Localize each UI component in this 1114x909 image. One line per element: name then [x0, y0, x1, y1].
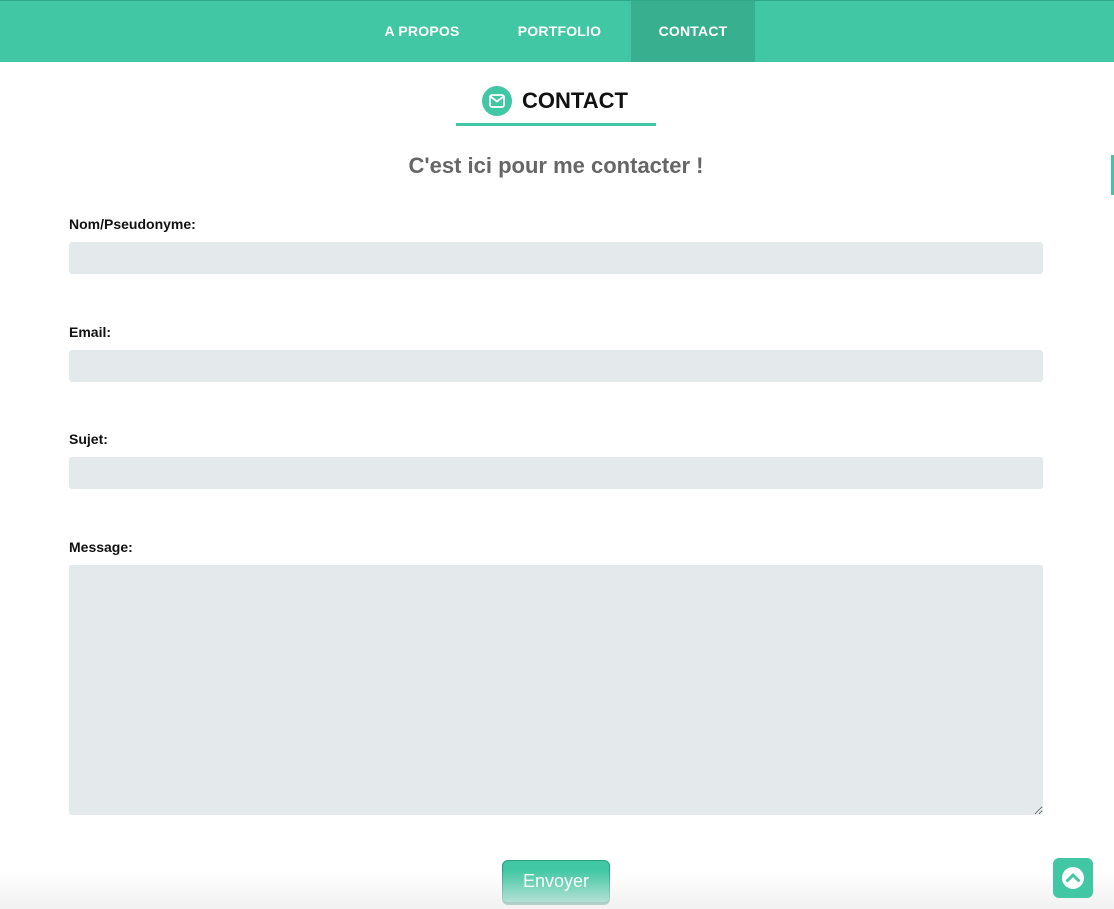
email-label: Email: [69, 324, 112, 340]
name-label: Nom/Pseudonyme: [69, 216, 196, 232]
scroll-to-top-button[interactable] [1053, 858, 1093, 898]
chevron-up-circle-icon [1062, 867, 1084, 889]
top-navbar: A PROPOS PORTFOLIO CONTACT [0, 0, 1114, 62]
section-title: CONTACT [522, 88, 628, 113]
submit-button[interactable]: Envoyer [502, 860, 610, 905]
nav-item-portfolio[interactable]: PORTFOLIO [490, 1, 629, 62]
envelope-icon [482, 86, 512, 116]
message-label: Message: [69, 539, 133, 555]
nav-item-a-propos[interactable]: A PROPOS [358, 1, 486, 62]
email-field[interactable] [69, 350, 1043, 382]
message-field[interactable] [69, 565, 1043, 815]
name-field[interactable] [69, 242, 1043, 274]
section-header: CONTACT [456, 82, 656, 126]
nav-item-contact[interactable]: CONTACT [631, 1, 755, 62]
subject-field[interactable] [69, 457, 1043, 489]
section-subtitle: C'est ici pour me contacter ! [408, 153, 704, 178]
subject-label: Sujet: [69, 431, 108, 447]
